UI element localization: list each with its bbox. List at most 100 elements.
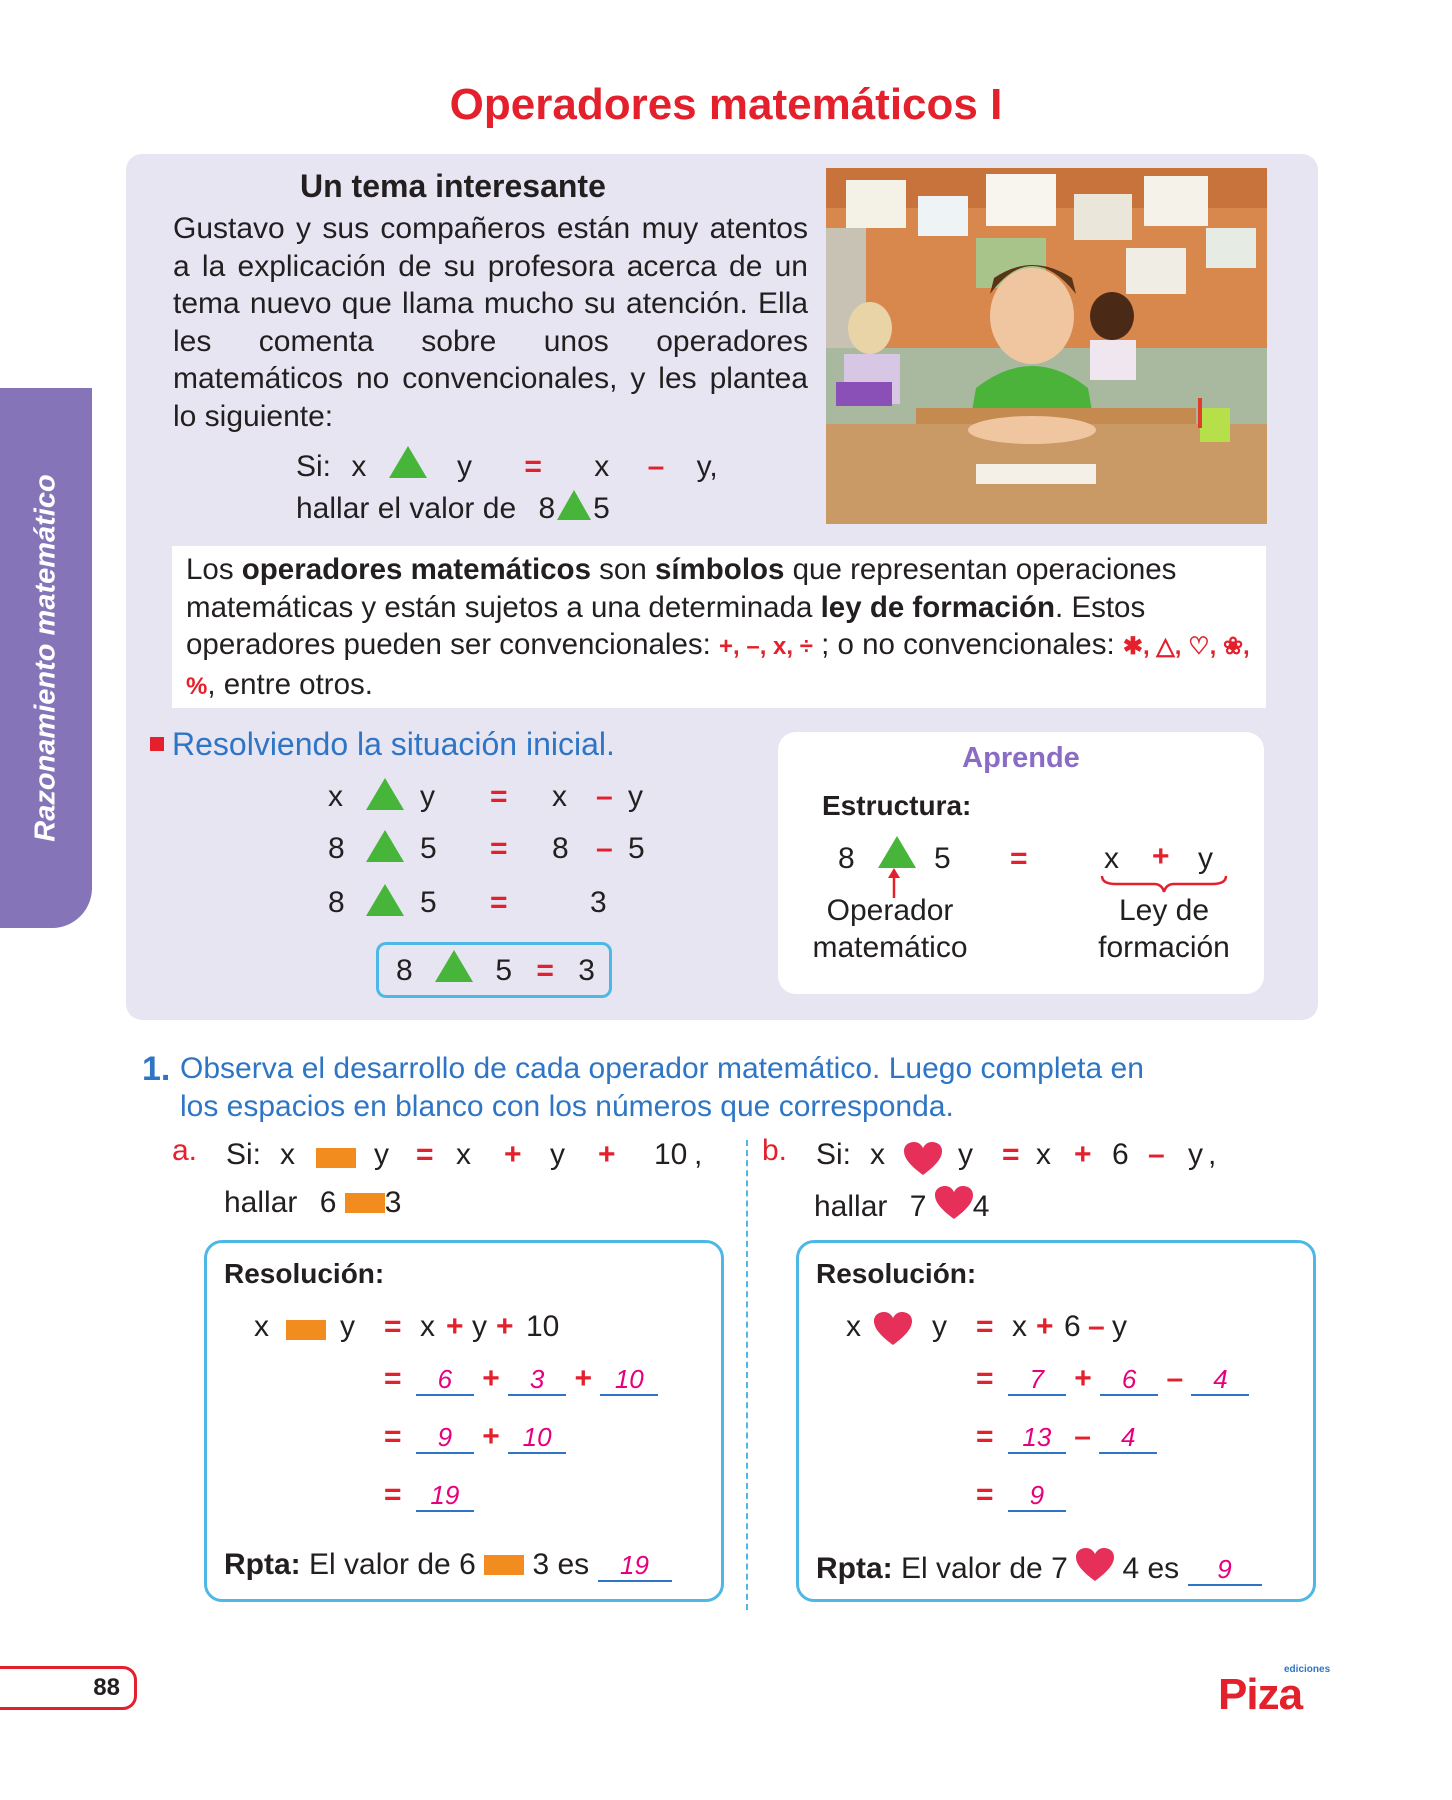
rpta-text: 3 es xyxy=(532,1548,590,1581)
var-x: x xyxy=(351,450,367,483)
question-line2: los espacios en blanco con los números q… xyxy=(180,1090,954,1123)
answer-blank[interactable]: 6 xyxy=(415,1364,474,1396)
answer-blank[interactable]: 10 xyxy=(508,1422,567,1454)
question-line1: Observa el desarrollo de cada operador m… xyxy=(180,1052,1144,1085)
equals-sign: = xyxy=(976,1362,994,1395)
intro-equation: Si: x y = x – y, xyxy=(296,446,718,484)
operador-label: Operador matemático xyxy=(790,892,990,966)
var-x: x xyxy=(846,1310,861,1343)
rectangle-operator-icon xyxy=(286,1320,326,1340)
num-3: 3 xyxy=(578,954,595,987)
aprende-num-8: 8 xyxy=(838,842,855,875)
part-b-line1: = 7 + 6 – 4 xyxy=(976,1362,1250,1396)
column-divider xyxy=(746,1140,748,1610)
logo-text: Piza xyxy=(1218,1670,1303,1719)
heart-icon xyxy=(934,1186,973,1219)
part-b-letter: b. xyxy=(762,1134,788,1167)
operador-line2: matemático xyxy=(812,931,968,964)
part-a-line2: = 9 + 10 xyxy=(384,1420,567,1454)
comma: , xyxy=(1208,1138,1217,1171)
resolving-heading-text: Resolviendo la situación inicial. xyxy=(172,726,615,762)
var-y: y xyxy=(550,1138,565,1171)
answer-blank[interactable]: 7 xyxy=(1007,1364,1066,1396)
num-4: 4 xyxy=(972,1190,990,1223)
plus-sign: + xyxy=(496,1310,514,1343)
answer-blank[interactable]: 4 xyxy=(1191,1364,1250,1396)
part-b-line0: x y = x + 6 – y xyxy=(846,1310,1286,1350)
rectangle-operator-icon xyxy=(316,1148,356,1168)
row-a: 8 xyxy=(328,886,345,919)
part-a-line1: = 6 + 3 + 10 xyxy=(384,1362,659,1396)
row-b: y xyxy=(420,780,435,813)
rpta-text: El valor de 7 xyxy=(901,1552,1068,1585)
plus-sign: + xyxy=(574,1362,592,1395)
si-label: Si: xyxy=(296,450,332,483)
num-8: 8 xyxy=(396,954,413,987)
rpta-text: 4 es xyxy=(1122,1552,1180,1585)
result-equation: 8 5 = 3 xyxy=(396,950,595,988)
answer-blank[interactable]: 3 xyxy=(508,1364,567,1396)
def-text: son xyxy=(590,553,655,586)
answer-blank[interactable]: 9 xyxy=(1007,1480,1066,1512)
rectangle-operator-icon xyxy=(344,1193,385,1213)
constant-6: 6 xyxy=(1064,1310,1081,1343)
answer-blank[interactable]: 4 xyxy=(1099,1422,1158,1454)
answer-blank[interactable]: 9 xyxy=(415,1422,474,1454)
def-text: Los xyxy=(186,553,242,586)
constant-10: 10 xyxy=(654,1138,688,1171)
num-6: 6 xyxy=(319,1186,337,1219)
part-b-line3: = 9 xyxy=(976,1478,1066,1512)
row-d: y xyxy=(628,780,643,813)
aprende-num-5: 5 xyxy=(934,842,951,875)
triangle-icon xyxy=(557,490,592,520)
side-tab: Razonamiento matemático xyxy=(0,388,92,928)
plus-sign: + xyxy=(504,1138,522,1171)
var-x: x xyxy=(1012,1310,1027,1343)
plus-sign: + xyxy=(1036,1310,1054,1343)
equals-sign: = xyxy=(490,832,508,865)
answer-blank[interactable]: 19 xyxy=(597,1550,672,1582)
equals-sign: = xyxy=(490,780,508,813)
plus-sign: + xyxy=(1074,1138,1092,1171)
comma: , xyxy=(709,450,718,483)
hallar-label: hallar xyxy=(224,1186,298,1219)
plus-sign: + xyxy=(1152,840,1170,873)
var-y: y xyxy=(1112,1310,1127,1343)
intro-paragraph: Gustavo y sus compañeros están muy atent… xyxy=(173,212,808,433)
part-b-definition: Si: x y = x + 6 – y , xyxy=(812,1138,1252,1178)
comma: , xyxy=(694,1138,703,1171)
row-a: 8 xyxy=(328,832,345,865)
minus-sign: – xyxy=(647,450,665,483)
resolution-label: Resolución: xyxy=(816,1258,977,1289)
definition-text: Los operadores matemáticos son símbolos … xyxy=(186,551,1256,705)
answer-blank[interactable]: 9 xyxy=(1187,1554,1262,1586)
minus-sign: – xyxy=(596,780,613,813)
hallar-label: hallar el valor de xyxy=(296,492,517,525)
triangle-icon xyxy=(388,446,427,478)
triangle-icon xyxy=(878,836,916,868)
part-a-question: hallar 6 3 xyxy=(224,1186,401,1220)
plus-sign: + xyxy=(1074,1362,1092,1395)
part-b-answer: Rpta: El valor de 7 4 es 9 xyxy=(816,1548,1262,1586)
row-c: 8 xyxy=(552,832,569,865)
row-d: 5 xyxy=(628,832,645,865)
num-5: 5 xyxy=(593,492,610,525)
equals-sign: = xyxy=(490,886,508,919)
num-5: 5 xyxy=(495,954,513,987)
equals-sign: = xyxy=(976,1310,994,1343)
rpta-label: Rpta: xyxy=(224,1548,301,1581)
part-b-question: hallar 7 4 xyxy=(814,1186,989,1224)
minus-sign: – xyxy=(1148,1138,1165,1171)
answer-blank[interactable]: 19 xyxy=(415,1480,474,1512)
answer-blank[interactable]: 6 xyxy=(1100,1364,1159,1396)
equals-sign: = xyxy=(976,1420,994,1453)
triangle-icon xyxy=(366,830,404,862)
part-a-definition: Si: x y = x + y + 10 , xyxy=(222,1138,722,1178)
equals-sign: = xyxy=(976,1478,994,1511)
minus-sign: – xyxy=(596,832,613,865)
plus-sign: + xyxy=(482,1362,500,1395)
answer-blank[interactable]: 10 xyxy=(600,1364,659,1396)
answer-blank[interactable]: 13 xyxy=(1007,1422,1066,1454)
si-label: Si: xyxy=(226,1138,262,1171)
minus-sign: – xyxy=(1074,1420,1091,1453)
